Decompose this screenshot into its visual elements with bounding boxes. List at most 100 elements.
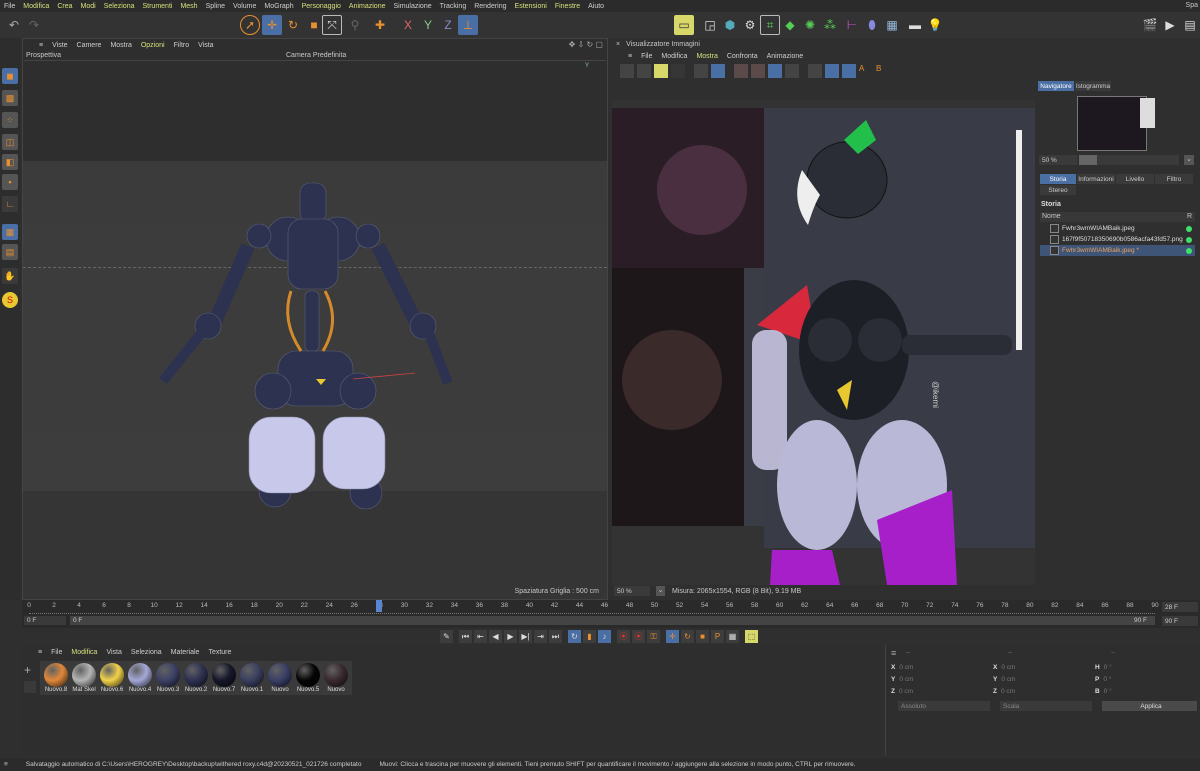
split-v-icon[interactable] (842, 64, 856, 78)
menu-seleziona[interactable]: Seleziona (104, 3, 135, 10)
hamburger-icon[interactable]: ≡ (38, 649, 42, 656)
stop-icon[interactable] (671, 64, 685, 78)
menu-modi[interactable]: Modi (81, 3, 96, 10)
record-icon[interactable]: ⦿ (617, 630, 630, 643)
menu-volume[interactable]: Volume (233, 3, 256, 10)
mograph-icon[interactable]: ✺ (800, 15, 820, 35)
hamburger-icon[interactable]: ≡ (628, 53, 632, 60)
add-material-icon[interactable]: + (24, 663, 31, 677)
tab-informazioni[interactable]: Informazioni (1077, 174, 1115, 184)
move-tool-icon[interactable]: ✛ (262, 15, 282, 35)
autokey-icon[interactable]: ⦿ (632, 630, 645, 643)
key-pla-icon[interactable]: ▦ (726, 630, 739, 643)
key-selection-icon[interactable]: ⚿ (647, 630, 660, 643)
menu-camere[interactable]: Camere (77, 42, 102, 49)
edge-mode-icon[interactable]: ◫ (2, 134, 18, 150)
viewer-zoom-field[interactable]: 50 % (614, 586, 650, 596)
open-icon[interactable] (620, 64, 634, 78)
create-object-icon[interactable]: ✚ (370, 15, 390, 35)
generator-icon[interactable]: ⚙ (740, 15, 760, 35)
camera-icon[interactable]: ▬ (905, 15, 925, 35)
menu-vista[interactable]: Vista (198, 42, 213, 49)
x-axis-icon[interactable]: X (398, 15, 418, 35)
snap-icon[interactable]: ▦ (2, 224, 18, 240)
key-rotation-icon[interactable]: ↻ (681, 630, 694, 643)
menu-materiale[interactable]: Materiale (171, 649, 200, 656)
polygon-mode-icon[interactable]: ◧ (2, 154, 18, 170)
current-frame-field[interactable]: 28 F (1162, 602, 1198, 612)
joint-icon[interactable]: ⊢ (842, 15, 862, 35)
coord-mode-select[interactable]: Assoluto (898, 701, 990, 711)
floor-icon[interactable]: ▦ (882, 15, 902, 35)
menu-mesh[interactable]: Mesh (180, 3, 197, 10)
set-b-icon[interactable]: B (876, 64, 890, 78)
loop-icon[interactable]: ↻ (568, 630, 581, 643)
menu-aiuto[interactable]: Aiuto (588, 3, 604, 10)
tab-storia[interactable]: Storia (1040, 174, 1076, 184)
menu-animazione[interactable]: Animazione (767, 53, 804, 60)
history-row[interactable]: Fwhr3wmWIAMBaik.jpeg (1040, 223, 1195, 234)
next-frame-icon[interactable]: ▶| (519, 630, 532, 643)
copy-icon[interactable] (694, 64, 708, 78)
set-a-icon[interactable]: A (859, 64, 873, 78)
timeline-ruler[interactable]: 0246810121416182022242628303234363840424… (22, 600, 1200, 628)
tab-histogram[interactable]: Istogramma (1075, 81, 1111, 91)
scene-icon[interactable]: ⬮ (862, 15, 882, 35)
render-view-icon[interactable]: ▭ (674, 15, 694, 35)
filter-icon[interactable] (768, 64, 782, 78)
coordinate-system-icon[interactable]: ⊥ (458, 15, 478, 35)
menu-texture[interactable]: Texture (208, 649, 231, 656)
bone-tool-icon[interactable]: ⚲ (345, 15, 365, 35)
sound-icon[interactable]: ♪ (598, 630, 611, 643)
menu-spline[interactable]: Spline (206, 3, 225, 10)
material-swatch[interactable]: Nuovo (320, 661, 352, 695)
compare-b-icon[interactable] (751, 64, 765, 78)
fps-icon[interactable]: ▮ (583, 630, 596, 643)
render-icon[interactable] (654, 64, 668, 78)
rotate-tool-icon[interactable]: ↻ (283, 15, 303, 35)
model-mode-icon[interactable]: ◼ (2, 68, 18, 84)
tab-livello[interactable]: Livello (1116, 174, 1154, 184)
menu-modifica[interactable]: Modifica (661, 53, 687, 60)
key-position-icon[interactable]: ✛ (666, 630, 679, 643)
menu-seleziona[interactable]: Seleziona (131, 649, 162, 656)
coord-field[interactable]: Y0 cm (993, 676, 1015, 683)
tab-stereo[interactable]: Stereo (1040, 185, 1076, 195)
tab-filtro[interactable]: Filtro (1155, 174, 1193, 184)
history-row[interactable]: 167f9f50718350690b0586acfa43fd57.png (1040, 234, 1195, 245)
tab-navigator[interactable]: Navigatore (1038, 81, 1074, 91)
hamburger-icon[interactable]: ≡ (891, 648, 896, 658)
go-end-icon[interactable]: ⏭ (549, 630, 562, 643)
menu-modifica[interactable]: Modifica (71, 649, 97, 656)
camera-name[interactable]: Camera Predefinita (286, 52, 346, 59)
menu-viste[interactable]: Viste (52, 42, 67, 49)
go-start-icon[interactable]: ⏮ (459, 630, 472, 643)
menu-filtro[interactable]: Filtro (174, 42, 190, 49)
cube-icon[interactable]: ⬢ (720, 15, 740, 35)
menu-strumenti[interactable]: Strumenti (142, 3, 172, 10)
select-tool-icon[interactable]: ➚ (240, 15, 260, 35)
status-menu-icon[interactable]: ≡ (4, 761, 8, 768)
texture-mode-icon[interactable]: ▩ (2, 90, 18, 106)
navigator-thumbnail[interactable] (1077, 96, 1147, 151)
menu-animazione[interactable]: Animazione (349, 3, 386, 10)
coord-field[interactable]: Z0 cm (993, 688, 1015, 695)
menu-mostra[interactable]: Mostra (110, 42, 131, 49)
edit-material-icon[interactable] (24, 681, 36, 693)
menu-personaggio[interactable]: Personaggio (302, 3, 341, 10)
scale-tool-icon[interactable]: ■ (304, 15, 324, 35)
prev-key-icon[interactable]: ⇤ (474, 630, 487, 643)
render-queue-icon[interactable]: ▤ (1180, 15, 1200, 35)
spline-icon[interactable]: ◲ (700, 15, 720, 35)
coord-field[interactable]: Y0 cm (891, 676, 913, 683)
navigator-dropdown-icon[interactable]: ⌄ (1184, 155, 1194, 165)
channels-icon[interactable] (711, 64, 725, 78)
menu-crea[interactable]: Crea (57, 3, 72, 10)
light-icon[interactable]: 💡 (925, 15, 945, 35)
start-frame-field[interactable]: 0 F (24, 616, 66, 625)
workplane-icon[interactable]: ▤ (2, 244, 18, 260)
field-icon[interactable]: ◆ (780, 15, 800, 35)
coord-field[interactable]: Z0 cm (891, 688, 913, 695)
menu-rendering[interactable]: Rendering (474, 3, 506, 10)
paint-icon[interactable]: ✋ (2, 268, 18, 284)
